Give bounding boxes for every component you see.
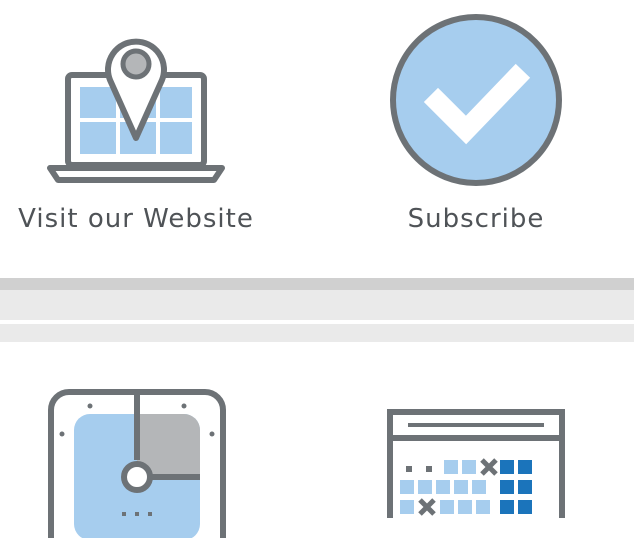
clock-icon: [48, 389, 226, 538]
clock-tile[interactable]: [40, 388, 234, 538]
section-divider: [0, 278, 634, 342]
subscribe-label: Subscribe: [407, 204, 545, 234]
divider-top-stripe: [0, 278, 634, 290]
divider-middle-stripe: [0, 320, 634, 324]
subscribe-tile[interactable]: Subscribe: [340, 10, 612, 234]
calendar-tile[interactable]: [386, 408, 566, 518]
visit-website-label: Visit our Website: [18, 204, 254, 234]
calendar-grid-icon: [387, 409, 565, 518]
checkmark-circle-icon: [390, 14, 562, 186]
laptop-location-pin-icon: [47, 38, 225, 183]
visit-website-tile[interactable]: Visit our Website: [0, 20, 272, 234]
